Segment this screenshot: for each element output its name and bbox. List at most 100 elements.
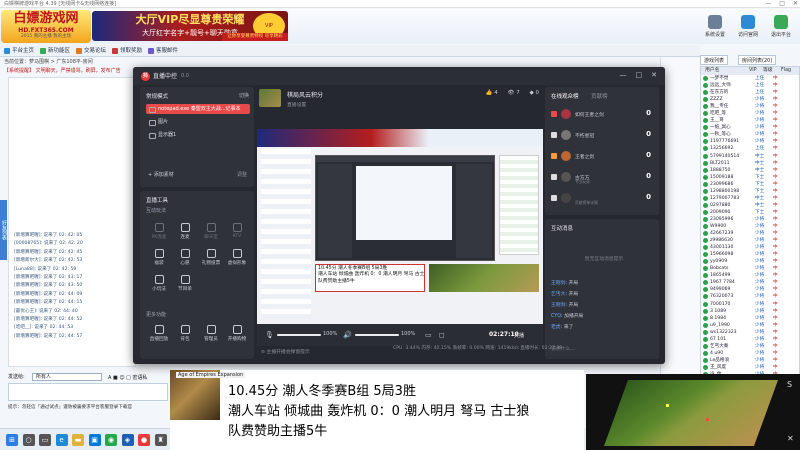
- user-row[interactable]: 13256692 上任 中: [701, 145, 799, 152]
- taskview-icon[interactable]: ▭: [39, 434, 51, 446]
- search-icon[interactable]: ○: [22, 434, 35, 446]
- scene-switch-button[interactable]: 切换: [239, 92, 249, 99]
- user-row[interactable]: 23099686 下士 中: [701, 181, 799, 188]
- stream-maximize-button[interactable]: □: [636, 71, 643, 79]
- tool-0[interactable]: PK连麦: [146, 223, 172, 243]
- tool-1[interactable]: 连麦: [172, 223, 198, 243]
- more-tool-1[interactable]: 背包: [172, 325, 198, 345]
- toolbar-home-button[interactable]: 访问官网: [733, 13, 763, 41]
- tab-online-audience[interactable]: 在线观众榜: [551, 92, 579, 100]
- start-icon[interactable]: ⊞: [6, 434, 18, 446]
- app-blue-icon[interactable]: ◈: [121, 434, 134, 446]
- tool-2[interactable]: 聊天室: [198, 223, 224, 243]
- user-row[interactable]: 我__专任 少将 中: [701, 103, 799, 110]
- user-row[interactable]: 2009090 下士 中: [701, 209, 799, 216]
- tab-game-list[interactable]: 游戏列表: [700, 55, 729, 65]
- add-source-button[interactable]: + 添加素材: [148, 171, 174, 178]
- stream-app-icon[interactable]: ●: [138, 434, 150, 446]
- tool-6[interactable]: 礼物投票: [198, 249, 224, 269]
- audience-row[interactable]: 贡献榜单详情 0: [549, 191, 655, 205]
- more-tool-3[interactable]: 开播购物: [224, 325, 250, 345]
- tab-room-list[interactable]: 房间列表(20): [738, 55, 777, 65]
- stream-preview[interactable]: 10.45分 潮人冬季赛B组 5局3胜 潮人车站 倾城曲 轰炸机 0：0 潮人明月…: [257, 129, 543, 324]
- folder-icon[interactable]: ▬: [72, 434, 84, 446]
- user-row[interactable]: 67 101 少将 中: [701, 336, 799, 343]
- more-tool-0[interactable]: 直播回放: [146, 325, 172, 345]
- scene-item-display[interactable]: 显示器1: [146, 130, 250, 140]
- user-row[interactable]: 1279007783 中士 中: [701, 195, 799, 202]
- audience-row[interactable]: 王者之剑 0: [549, 149, 655, 163]
- user-row[interactable]: W9900 少将 中: [701, 223, 799, 230]
- mic-volume-slider[interactable]: [277, 334, 321, 336]
- user-row[interactable]: 1298800198 下士 中: [701, 188, 799, 195]
- minimize-button[interactable]: —: [765, 0, 771, 7]
- nav-tab-1[interactable]: 新功能区: [38, 46, 70, 56]
- tool-4[interactable]: 福袋: [146, 249, 172, 269]
- recipient-select[interactable]: 所有人: [32, 373, 102, 381]
- tool-7[interactable]: 虚拟形象: [224, 249, 250, 269]
- user-row[interactable]: 吃吧_等 少将 中: [701, 110, 799, 117]
- nav-tab-0[interactable]: 平台主页: [2, 46, 34, 56]
- stream-minimize-button[interactable]: —: [620, 71, 627, 79]
- toolbar-gear-button[interactable]: 系统设置: [700, 13, 730, 41]
- user-row[interactable]: 76320073 少将 中: [701, 293, 799, 300]
- speaker-icon[interactable]: 🔊: [343, 331, 352, 339]
- minimap-s-button[interactable]: S: [787, 380, 792, 389]
- user-row[interactable]: Le品格浪 少将 中: [701, 357, 799, 364]
- user-row[interactable]: z9986630 少将 中: [701, 237, 799, 244]
- store-icon[interactable]: ▣: [88, 434, 101, 446]
- user-row[interactable]: yy0909 少将 中: [701, 258, 799, 265]
- user-row[interactable]: 15009188 下士 中: [701, 174, 799, 181]
- user-row[interactable]: 1967 7784 少将 中: [701, 279, 799, 286]
- adjust-button[interactable]: 调整: [237, 171, 247, 178]
- edge-icon[interactable]: e: [55, 434, 68, 446]
- more-tool-2[interactable]: 管理员: [198, 325, 224, 345]
- user-row[interactable]: 乞丐大秦 少将 中: [701, 343, 799, 350]
- user-row[interactable]: 王__哥 少将 中: [701, 117, 799, 124]
- user-row[interactable]: 一秋_等心 少将 中: [701, 131, 799, 138]
- room-cover-thumbnail[interactable]: [259, 89, 281, 107]
- camera-icon[interactable]: ▭: [425, 331, 432, 339]
- user-row[interactable]: 一梦不觉 上任 中: [701, 75, 799, 82]
- close-button[interactable]: ✕: [793, 0, 798, 7]
- toolbar-exit-button[interactable]: 退出平台: [766, 13, 796, 41]
- end-live-button[interactable]: 关播: [514, 332, 524, 339]
- chat-format-tools[interactable]: A ■ ☺ □ 密语私: [108, 373, 147, 383]
- speaker-volume-slider[interactable]: [355, 334, 399, 336]
- user-row[interactable]: 1197776691 少将 中: [701, 138, 799, 145]
- minimap-x-button[interactable]: ✕: [787, 434, 794, 443]
- user-list[interactable]: 用户名 VIP 等级 Flag 一梦不觉 上任中远远_大师 上任中在东方的 上任中 ZZ…: [700, 66, 800, 400]
- user-row[interactable]: BLT2011 中士 中: [701, 160, 799, 167]
- tool-8[interactable]: 小玩法: [146, 275, 172, 295]
- mic-icon[interactable]: 🎙: [265, 331, 274, 339]
- stream-close-button[interactable]: ✕: [651, 71, 657, 79]
- user-row[interactable]: 15966098 少将 中: [701, 251, 799, 258]
- room-settings-link[interactable]: 直播设置: [287, 101, 306, 108]
- user-row[interactable]: Bobcats 少将 中: [701, 265, 799, 272]
- audience-row[interactable]: 古方方 专业玩家 0: [549, 170, 655, 184]
- nav-tab-2[interactable]: 交易论坛: [74, 46, 106, 56]
- user-row[interactable]: 一纸_冥心 少将 中: [701, 124, 799, 131]
- user-row[interactable]: 在东方的 上任 中: [701, 89, 799, 96]
- user-row[interactable]: 23095996 少将 中: [701, 216, 799, 223]
- scene-item-notepad[interactable]: notepad.exe 秦盟双主大战...记事本: [146, 104, 250, 114]
- user-row[interactable]: 9499069 少将 中: [701, 286, 799, 293]
- tool-3[interactable]: KTV: [224, 223, 250, 243]
- record-icon[interactable]: ◻: [439, 331, 445, 339]
- user-row[interactable]: 8 1984 少将 中: [701, 315, 799, 322]
- user-row[interactable]: u9_1990 少将 中: [701, 322, 799, 329]
- user-row[interactable]: 7000170 少将 中: [701, 301, 799, 308]
- app-green-icon[interactable]: ◉: [105, 434, 117, 446]
- audience-row[interactable]: 不朽星冠 0: [549, 128, 655, 142]
- chat-input[interactable]: [8, 383, 168, 401]
- user-row[interactable]: 3 1089 少将 中: [701, 308, 799, 315]
- tool-9[interactable]: 节目单: [172, 275, 198, 295]
- friends-side-tab[interactable]: 好友列表: [0, 200, 7, 260]
- user-row[interactable]: 1888750 中士 中: [701, 167, 799, 174]
- audience-row[interactable]: 如何王者之剑 0: [549, 107, 655, 121]
- user-row[interactable]: ZZZZ 少将 中: [701, 96, 799, 103]
- tab-contribution[interactable]: 贡献榜: [591, 92, 608, 100]
- maximize-button[interactable]: □: [779, 0, 785, 7]
- user-row[interactable]: 42667239 少将 中: [701, 230, 799, 237]
- room-title[interactable]: 棋局风云积分: [287, 90, 323, 99]
